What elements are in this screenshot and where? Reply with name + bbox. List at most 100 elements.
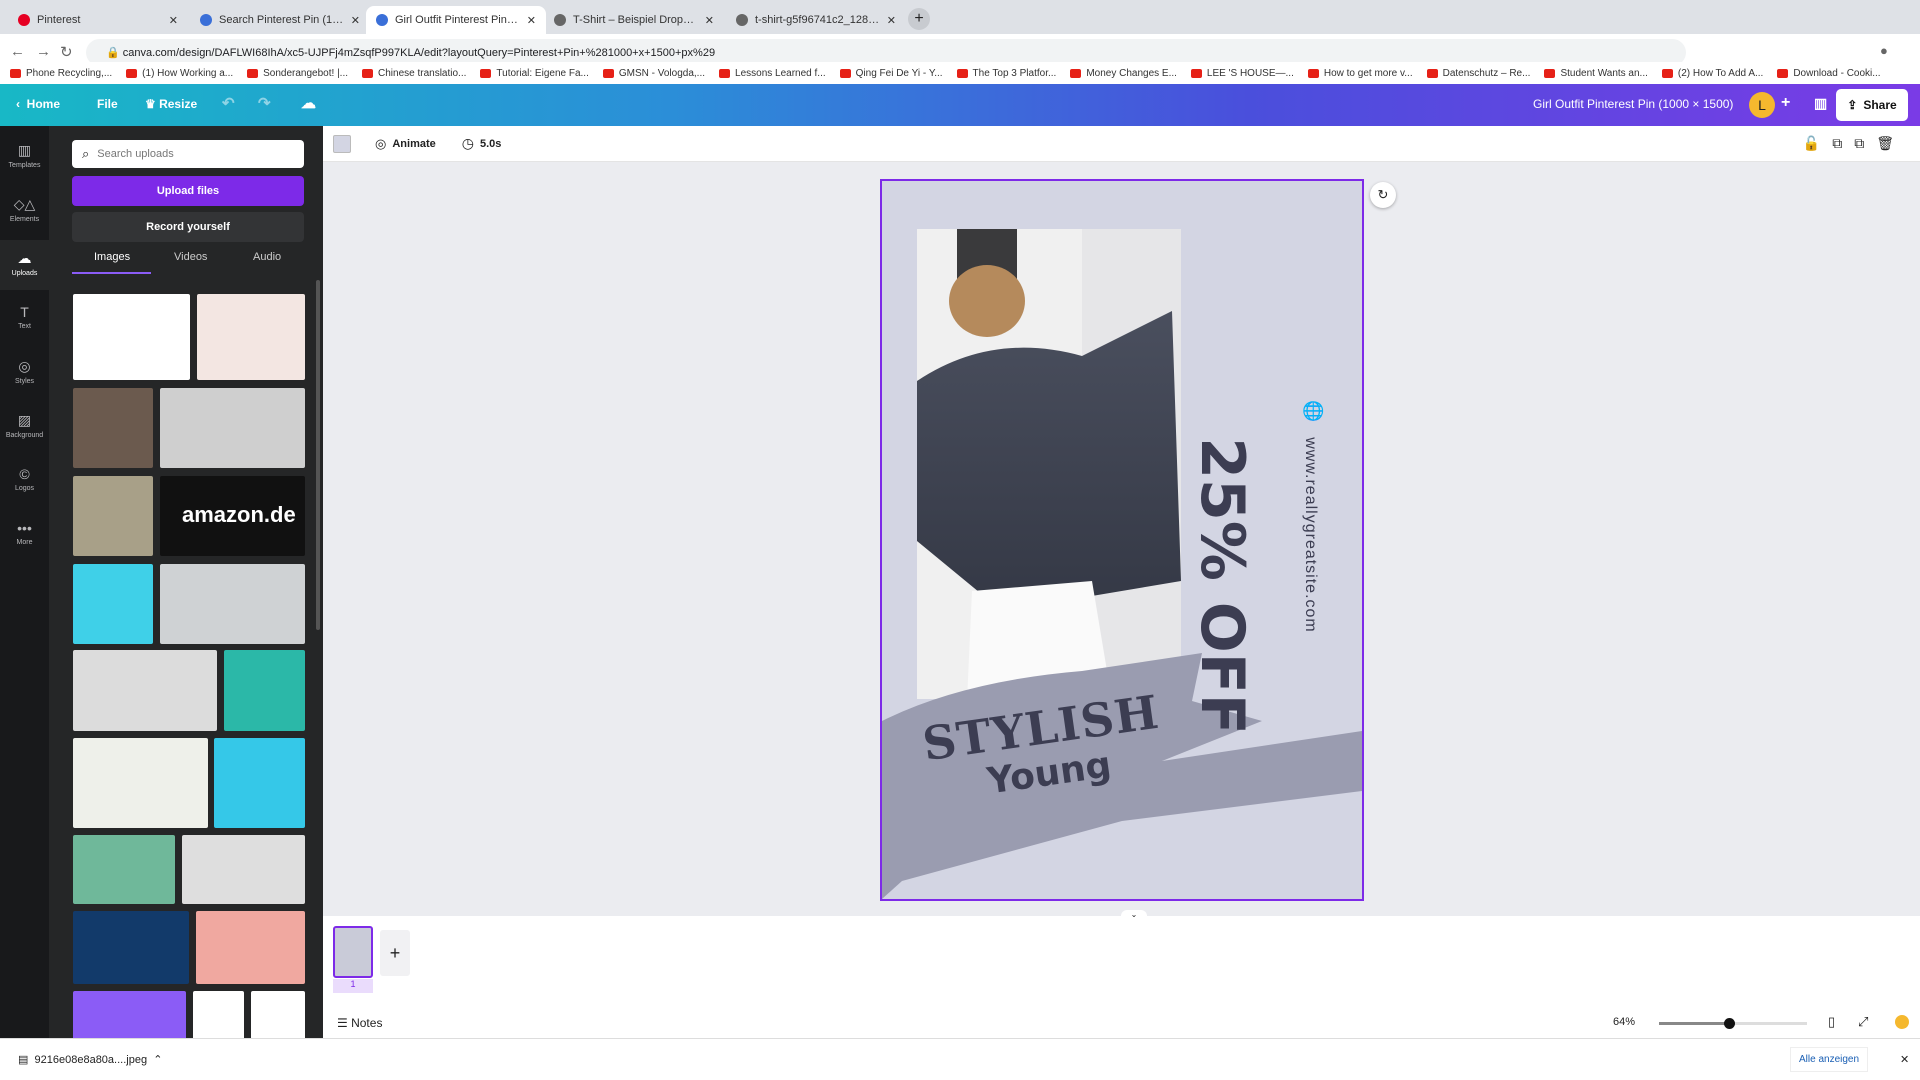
zoom-level[interactable]: 64% — [1613, 1016, 1635, 1028]
rail-item-more[interactable]: ••• More — [0, 510, 49, 560]
bookmark-item[interactable]: Datenschutz – Re... — [1426, 68, 1530, 79]
record-yourself-button[interactable]: Record yourself — [72, 212, 304, 242]
rail-item-background[interactable]: ▨ Background — [0, 402, 49, 452]
uploaded-image[interactable] — [73, 738, 208, 828]
fullscreen-icon[interactable]: ⤢ — [1858, 1014, 1868, 1030]
uploaded-image[interactable] — [251, 991, 305, 1041]
bookmark-item[interactable]: Sonderangebot! |... — [247, 68, 348, 79]
rail-item-text[interactable]: T Text — [0, 294, 49, 344]
rail-item-uploads[interactable]: ☁ Uploads — [0, 240, 49, 290]
design-title[interactable]: Girl Outfit Pinterest Pin (1000 × 1500) — [1533, 97, 1733, 111]
add-collaborator-icon[interactable]: + — [1781, 94, 1790, 112]
redo-icon[interactable]: ↷ — [258, 94, 271, 112]
uploaded-image[interactable] — [73, 388, 153, 468]
bookmark-item[interactable]: LEE 'S HOUSE—... — [1190, 68, 1294, 79]
editor-toolbar: ◎ Animate ◷ 5.0s 🔓⧉⧉🗑 — [323, 126, 1920, 162]
bookmark-item[interactable]: Qing Fei De Yi - Y... — [839, 68, 943, 79]
uploaded-image[interactable] — [73, 564, 153, 644]
elements-icon: ◇△ — [13, 196, 36, 212]
file-menu[interactable]: File — [97, 97, 118, 111]
close-icon[interactable]: ✕ — [887, 14, 896, 27]
bookmark-item[interactable]: How to get more v... — [1307, 68, 1413, 79]
notes-button[interactable]: ☰ Notes — [337, 1016, 382, 1030]
uploaded-image[interactable] — [73, 294, 190, 380]
bookmark-item[interactable]: Download - Cooki... — [1777, 68, 1881, 79]
rail-item-logos[interactable]: © Logos — [0, 456, 49, 506]
bookmark-item[interactable]: GMSN - Vologda,... — [602, 68, 705, 79]
tab-images[interactable]: Images — [94, 251, 130, 263]
home-button[interactable]: ‹ Home — [16, 97, 60, 111]
rail-item-templates[interactable]: ▥ Templates — [0, 132, 49, 182]
tab-tshirt[interactable]: T-Shirt – Beispiel Dropshipping ✕ — [544, 6, 724, 34]
rail-item-styles[interactable]: ◎ Styles — [0, 348, 49, 398]
home-label: Home — [26, 97, 61, 111]
page-thumbnail[interactable] — [333, 926, 373, 978]
uploaded-image[interactable] — [193, 991, 244, 1041]
new-tab-button[interactable]: + — [908, 8, 930, 30]
insights-icon[interactable]: ▥ — [1814, 95, 1827, 112]
background-color-swatch[interactable] — [333, 134, 351, 153]
bookmark-item[interactable]: Phone Recycling,... — [10, 68, 112, 79]
uploaded-image[interactable] — [73, 911, 189, 984]
close-icon[interactable]: ✕ — [705, 14, 714, 27]
tab-search-pin[interactable]: Search Pinterest Pin (1000 × 1500) ✕ — [190, 6, 370, 34]
bookmark-item[interactable]: Lessons Learned f... — [719, 68, 826, 79]
close-icon[interactable]: ✕ — [169, 14, 178, 27]
uploaded-image[interactable] — [182, 835, 305, 904]
close-icon[interactable]: ✕ — [527, 14, 536, 27]
uploaded-image[interactable] — [160, 388, 305, 468]
website-text[interactable]: www.reallygreatsite.com — [1301, 425, 1319, 645]
uploaded-image[interactable]: amazon.de — [160, 476, 305, 556]
tab-girl-outfit[interactable]: Girl Outfit Pinterest Pin (1000 × 1500) ✕ — [366, 6, 546, 34]
duration-button[interactable]: 5.0s — [480, 138, 501, 150]
profile-avatar[interactable]: ● — [1880, 43, 1888, 58]
bookmark-item[interactable]: Money Changes E... — [1070, 68, 1177, 79]
bookmark-item[interactable]: Chinese translatio... — [362, 68, 466, 79]
chevron-down-icon[interactable]: ⌄ — [1121, 910, 1147, 920]
share-button[interactable]: ⇪ Share — [1836, 89, 1908, 121]
bookmark-item[interactable]: (2) How To Add A... — [1661, 68, 1763, 79]
tab-pinterest[interactable]: Pinterest ✕ — [8, 6, 188, 34]
upload-files-button[interactable]: Upload files — [72, 176, 304, 206]
animate-button[interactable]: Animate — [392, 138, 435, 150]
bookmark-item[interactable]: (1) How Working a... — [126, 68, 233, 79]
amazon-logo-text: amazon.de — [182, 502, 296, 527]
uploaded-image[interactable] — [160, 564, 305, 644]
bookmark-item[interactable]: Student Wants an... — [1544, 68, 1648, 79]
zoom-slider[interactable] — [1659, 1018, 1807, 1029]
cloud-saved-icon[interactable]: ☁ — [301, 94, 316, 112]
avatar[interactable]: L — [1749, 92, 1775, 118]
uploaded-image[interactable] — [73, 476, 153, 556]
uploaded-image[interactable] — [73, 835, 175, 904]
close-icon[interactable]: ✕ — [1900, 1053, 1909, 1066]
uploaded-image[interactable] — [73, 650, 217, 731]
help-icon[interactable] — [1895, 1015, 1909, 1029]
uploaded-image[interactable] — [224, 650, 305, 731]
bookmark-item[interactable]: Tutorial: Eigene Fa... — [480, 68, 589, 79]
tab-audio[interactable]: Audio — [253, 251, 281, 263]
bookmark-item[interactable]: The Top 3 Platfor... — [956, 68, 1056, 79]
design-page[interactable]: STYLISH Young 25% OFF 🌐 www.reallygreats… — [880, 179, 1364, 901]
uploaded-image[interactable] — [73, 991, 186, 1041]
add-page-button[interactable]: + — [380, 930, 410, 976]
rail-item-elements[interactable]: ◇△ Elements — [0, 186, 49, 236]
tab-videos[interactable]: Videos — [174, 251, 207, 263]
rotate-icon[interactable]: ↻ — [1370, 182, 1396, 208]
forward-icon[interactable]: → — [36, 43, 51, 60]
reload-icon[interactable]: ↻ — [60, 43, 73, 61]
close-icon[interactable]: ✕ — [351, 14, 360, 27]
page-actions-icons[interactable]: 🔓⧉⧉🗑 — [1803, 135, 1906, 152]
panel-scrollbar[interactable] — [316, 280, 320, 630]
resize-button[interactable]: ♛ Resize — [145, 97, 197, 111]
back-icon[interactable]: ← — [10, 43, 25, 60]
tab-tshirt-jpg[interactable]: t-shirt-g5f96741c2_1280.jpg ✕ — [726, 6, 906, 34]
uploaded-image[interactable] — [196, 911, 305, 984]
search-input[interactable]: ⌕ Search uploads — [72, 140, 304, 168]
uploaded-image[interactable] — [214, 738, 305, 828]
undo-icon[interactable]: ↶ — [222, 94, 235, 112]
discount-text[interactable]: 25% OFF — [1187, 426, 1257, 746]
page-count-icon[interactable]: ▯ — [1828, 1014, 1835, 1030]
download-item[interactable]: ▤ 9216e08e8a80a....jpeg ⌃ — [18, 1053, 162, 1066]
uploaded-image[interactable] — [197, 294, 305, 380]
show-all-button[interactable]: Alle anzeigen — [1790, 1047, 1869, 1072]
